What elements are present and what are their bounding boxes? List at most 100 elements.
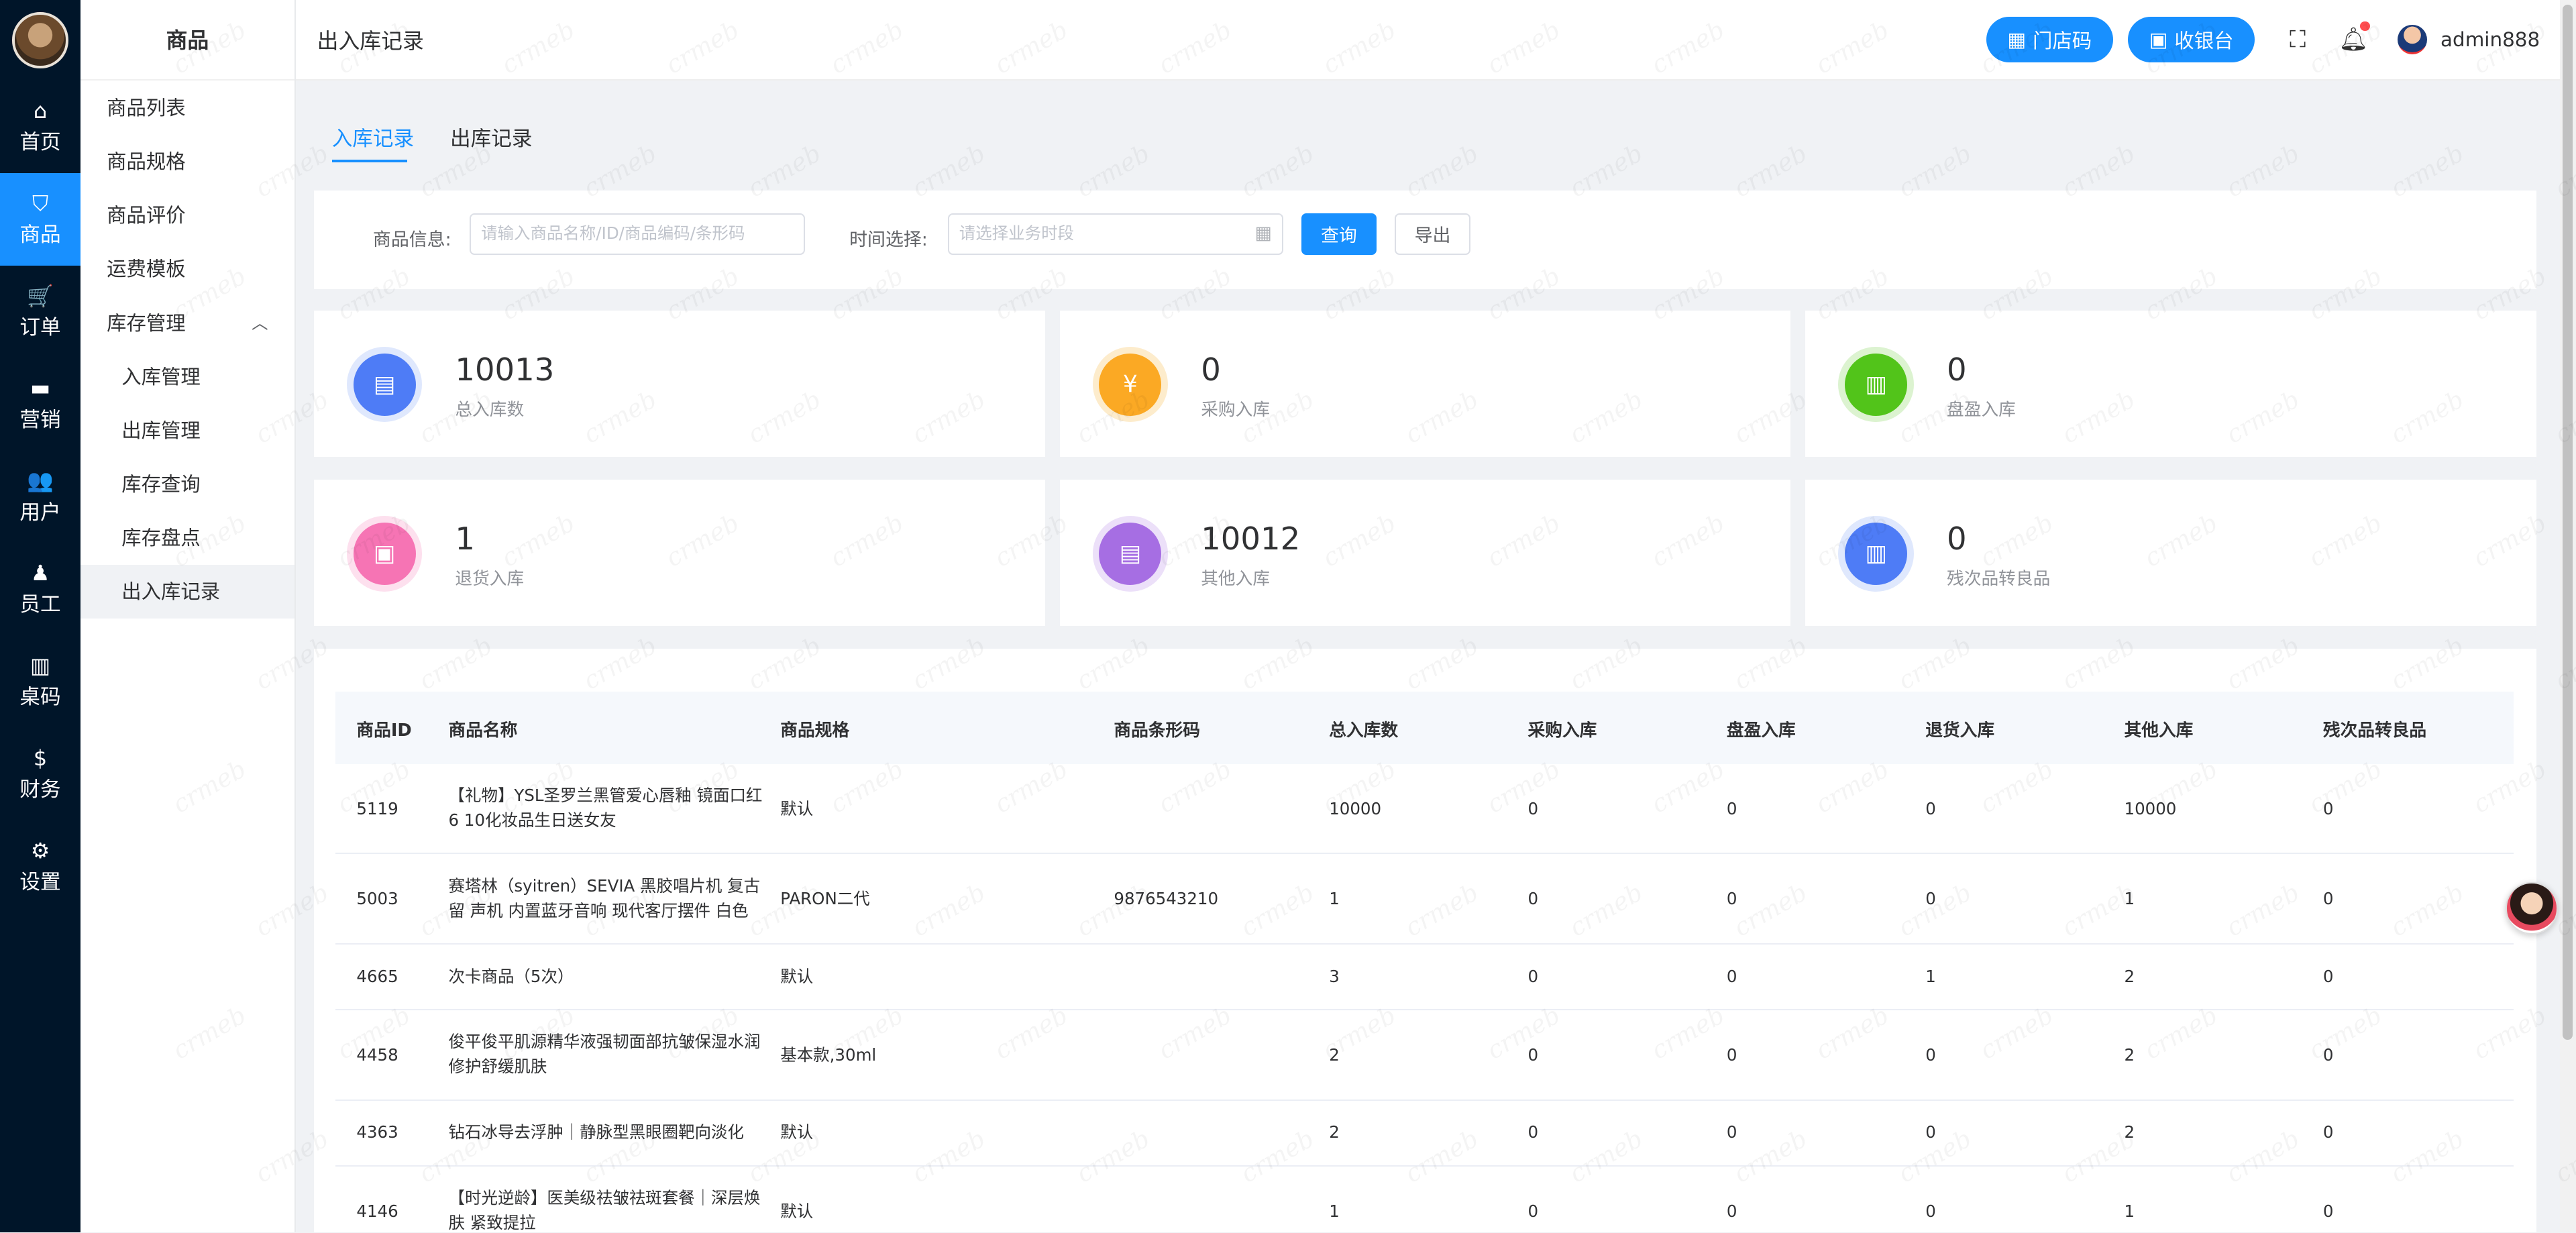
filter-bar: 商品信息: 请输入商品名称/ID/商品编码/条形码 时间选择: 请选择业务时段 ▦… <box>313 191 2537 289</box>
cell-spec: 默认 <box>780 798 814 818</box>
cell-other: 2 <box>2124 966 2135 986</box>
cell-surplus: 0 <box>1726 1122 1737 1142</box>
cell-purchase: 0 <box>1527 889 1539 909</box>
table-row[interactable]: 5003 赛塔林（syitren）SEVIA 黑胶唱片机 复古留 声机 内置蓝牙… <box>335 854 2514 945</box>
cell-other: 1 <box>2124 1201 2135 1221</box>
chevron-up-icon: ︿ <box>252 313 268 333</box>
table-row[interactable]: 4146 【时光逆龄】医美级祛皱祛斑套餐｜深层焕 肤 紧致提拉 默认 1 0 0… <box>335 1167 2514 1232</box>
bell-icon[interactable]: 🔔︎ <box>2326 21 2381 53</box>
stat-value: 10013 <box>455 352 555 388</box>
store-code-button[interactable]: ▦ 门店码 <box>1986 16 2113 63</box>
cell-purchase: 0 <box>1527 966 1539 986</box>
nav-label: 桌码 <box>19 686 61 710</box>
stat-icon-ring: ▤ <box>1092 515 1169 592</box>
top-header: 出入库记录 ▦ 门店码 ▣ 收银台 ⛶ 🔔︎ admin888 <box>295 0 2560 81</box>
main-nav-rail: ⌂ 首页 ⛉ 商品 🛒 订单 ▬ 营销 👥 用户 ♟ 员工 ▥ 桌码 $ 财务 ⚙ 设置 <box>0 0 80 1232</box>
product-submenu: 商品 商品列表 商品规格 商品评价 运费模板 库存管理 ︿ 入库管理 出库管理 库… <box>80 0 296 1232</box>
scrollbar-thumb[interactable] <box>2563 5 2573 1040</box>
fullscreen-icon[interactable]: ⛶ <box>2269 26 2325 53</box>
col-return-in: 退货入库 <box>1925 720 1995 741</box>
nav-label: 首页 <box>19 131 61 155</box>
cell-other: 2 <box>2124 1045 2135 1065</box>
submenu-item-shipping-template[interactable]: 运费模板 <box>80 242 294 296</box>
stat-caption: 总入库数 <box>455 400 525 421</box>
stat-caption: 盘盈入库 <box>1947 400 2016 421</box>
export-button[interactable]: 导出 <box>1395 213 1470 255</box>
table-row[interactable]: 4458 俊平俊平肌源精华液强韧面部抗皱保湿水润 修护舒缓肌肤 基本款,30ml… <box>335 1010 2514 1101</box>
nav-table-code[interactable]: ▥ 桌码 <box>0 635 80 728</box>
nav-settings[interactable]: ⚙ 设置 <box>0 820 80 913</box>
cell-defective: 0 <box>2322 798 2334 818</box>
nav-products[interactable]: ⛉ 商品 <box>0 172 80 266</box>
cell-spec: 默认 <box>780 1122 814 1142</box>
submenu-group-label: 库存管理 <box>107 311 186 335</box>
monitor-icon: ▣ <box>2149 28 2168 51</box>
map-icon: ▥ <box>30 653 51 679</box>
vertical-scrollbar[interactable] <box>2559 0 2576 1232</box>
nav-finance[interactable]: $ 财务 <box>0 728 80 820</box>
cell-surplus: 0 <box>1726 966 1737 986</box>
customer-service-avatar[interactable] <box>2505 882 2559 935</box>
username[interactable]: admin888 <box>2440 28 2540 51</box>
active-tab-indicator <box>331 159 408 163</box>
nav-orders[interactable]: 🛒 订单 <box>0 266 80 358</box>
cell-name: 【时光逆龄】医美级祛皱祛斑套餐｜深层焕 肤 紧致提拉 <box>448 1188 761 1232</box>
cell-total: 10000 <box>1329 798 1382 818</box>
clipboard-icon: ▥ <box>1845 522 1908 585</box>
nav-users[interactable]: 👥 用户 <box>0 451 80 543</box>
cell-id: 5119 <box>356 798 398 818</box>
table-row[interactable]: 4665 次卡商品（5次） 默认 3 0 0 1 2 0 <box>335 945 2514 1011</box>
stat-caption: 退货入库 <box>455 569 525 590</box>
page-title: 出入库记录 <box>317 28 424 54</box>
doc-icon: ▤ <box>353 353 416 416</box>
submenu-item-inbound-manage[interactable]: 入库管理 <box>80 350 294 404</box>
submenu-item-io-records[interactable]: 出入库记录 <box>80 564 294 619</box>
submenu-item-outbound-manage[interactable]: 出库管理 <box>80 404 294 458</box>
logo[interactable] <box>0 0 80 81</box>
date-range-picker[interactable]: 请选择业务时段 ▦ <box>948 213 1283 255</box>
cell-other: 1 <box>2124 889 2135 909</box>
nav-home[interactable]: ⌂ 首页 <box>0 81 80 173</box>
table-header: 商品ID 商品名称 商品规格 商品条形码 总入库数 采购入库 盘盈入库 退货入库… <box>335 692 2514 764</box>
col-product-name: 商品名称 <box>448 720 518 741</box>
yen-icon: ¥ <box>1099 353 1162 416</box>
cashier-button[interactable]: ▣ 收银台 <box>2128 16 2255 63</box>
nav-marketing[interactable]: ▬ 营销 <box>0 358 80 451</box>
submenu-item-product-list[interactable]: 商品列表 <box>80 81 294 135</box>
cell-total: 1 <box>1329 889 1340 909</box>
cell-total: 2 <box>1329 1122 1340 1142</box>
submenu-item-stock-query[interactable]: 库存查询 <box>80 458 294 511</box>
stat-value: 0 <box>1947 352 1967 388</box>
table-row[interactable]: 5119 【礼物】YSL圣罗兰黑管爱心唇釉 镜面口红6 10化妆品生日送女友 默… <box>335 764 2514 855</box>
tab-outbound[interactable]: 出库记录 <box>450 121 532 152</box>
nav-label: 营销 <box>19 408 61 432</box>
submenu-item-stocktake[interactable]: 库存盘点 <box>80 511 294 565</box>
cell-purchase: 0 <box>1527 1045 1539 1065</box>
cashier-label: 收银台 <box>2174 30 2234 52</box>
product-search-input[interactable]: 请输入商品名称/ID/商品编码/条形码 <box>470 213 805 255</box>
stat-value: 10012 <box>1201 521 1301 557</box>
date-placeholder: 请选择业务时段 <box>959 223 1075 244</box>
stat-caption: 其他入库 <box>1201 569 1271 590</box>
query-button[interactable]: 查询 <box>1301 213 1377 255</box>
submenu-item-product-spec[interactable]: 商品规格 <box>80 135 294 189</box>
table-row[interactable]: 4363 钻石冰导去浮肿｜静脉型黑眼圈靶向淡化 默认 2 0 0 0 2 0 <box>335 1101 2514 1167</box>
submenu-item-product-review[interactable]: 商品评价 <box>80 189 294 242</box>
stat-value: 1 <box>455 521 475 557</box>
cell-other: 10000 <box>2124 798 2177 818</box>
col-barcode: 商品条形码 <box>1114 720 1200 741</box>
col-total-in: 总入库数 <box>1329 720 1399 741</box>
cell-name: 俊平俊平肌源精华液强韧面部抗皱保湿水润 修护舒缓肌肤 <box>448 1032 761 1077</box>
cell-spec: PARON二代 <box>780 889 870 909</box>
stat-value: 0 <box>1947 521 1967 557</box>
tab-inbound[interactable]: 入库记录 <box>332 121 414 152</box>
person-icon: ♟ <box>30 560 50 586</box>
avatar[interactable] <box>2398 24 2428 55</box>
cell-total: 2 <box>1329 1045 1340 1065</box>
stat-card-return: ▣ 1 退货入库 <box>313 480 1045 627</box>
cell-defective: 0 <box>2322 1201 2334 1221</box>
cell-name: 赛塔林（syitren）SEVIA 黑胶唱片机 复古留 声机 内置蓝牙音响 现代… <box>448 875 761 920</box>
submenu-group-inventory[interactable]: 库存管理 ︿ <box>80 297 294 350</box>
nav-staff[interactable]: ♟ 员工 <box>0 543 80 635</box>
store-code-label: 门店码 <box>2033 30 2092 52</box>
